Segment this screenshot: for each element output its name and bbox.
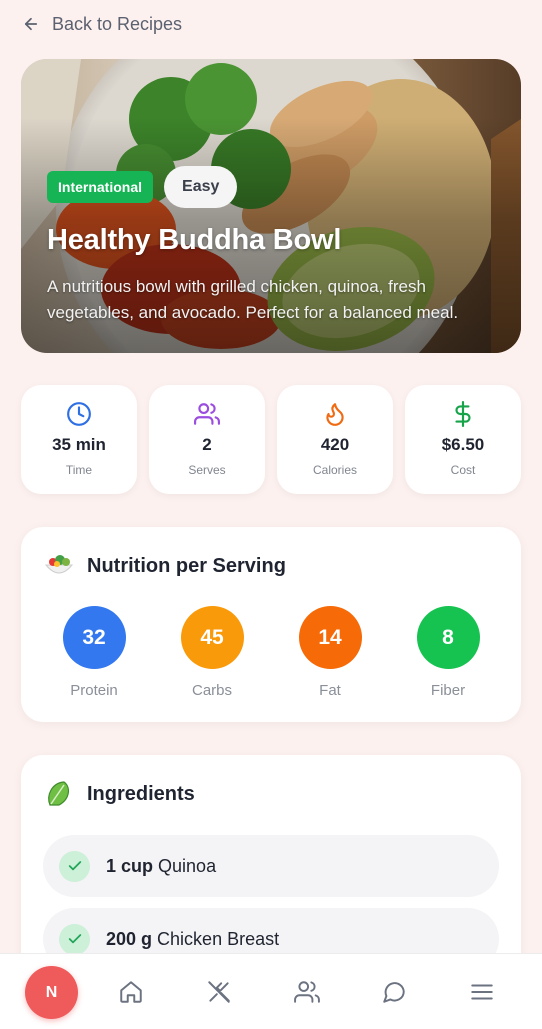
ingredient-name: Quinoa: [158, 855, 217, 876]
fat-label: Fat: [319, 682, 341, 699]
arrow-left-icon: [24, 17, 38, 31]
ingredients-title: Ingredients: [87, 782, 195, 805]
cuisine-badge: International: [47, 171, 154, 203]
ingredient-text: 200 g Chicken Breast: [106, 929, 279, 950]
recipe-title: Healthy Buddha Bowl: [47, 224, 342, 256]
stat-serves-value: 2: [202, 435, 212, 454]
salad-icon: [43, 550, 75, 582]
users-icon: [194, 403, 220, 425]
recipe-description: A nutritious bowl with grilled chicken, …: [47, 277, 459, 322]
ingredient-amount: 200 g: [106, 928, 153, 949]
stat-calories-label: Calories: [312, 463, 357, 477]
nutrition-title: Nutrition per Serving: [87, 554, 286, 577]
carbs-value: 45: [180, 606, 244, 669]
recipe-detail-page: Back to Recipes International Easy Healt…: [0, 0, 542, 1029]
nutrition-carbs: 45 Carbs: [167, 606, 257, 699]
stat-serves-label: Serves: [188, 463, 226, 477]
stat-cost-value: $6.50: [441, 435, 485, 454]
chat-icon[interactable]: [381, 979, 407, 1005]
utensils-icon[interactable]: [206, 979, 232, 1005]
stat-calories-value: 420: [320, 435, 350, 454]
stat-time-label: Time: [65, 463, 93, 477]
protein-value: 32: [62, 606, 126, 669]
nutrition-protein: 32 Protein: [49, 606, 139, 699]
nutrition-fat: 14 Fat: [285, 606, 375, 699]
nutrition-list: 32 Protein 45 Carbs 14 Fat 8 Fiber: [21, 606, 521, 699]
stat-serves: 2 Serves: [149, 385, 265, 494]
back-label: Back to Recipes: [52, 13, 183, 34]
nutrition-header: Nutrition per Serving: [43, 550, 286, 582]
stat-cost-label: Cost: [450, 463, 476, 477]
stat-time: 35 min Time: [21, 385, 137, 494]
difficulty-badge: Easy: [164, 166, 238, 208]
ingredient-name: Chicken Breast: [157, 928, 280, 949]
fiber-label: Fiber: [430, 682, 466, 699]
clock-icon: [67, 402, 91, 426]
ingredients-header: Ingredients: [43, 778, 195, 810]
bottom-navigation: N: [0, 953, 542, 1029]
home-icon[interactable]: [118, 979, 144, 1005]
nutrition-card: Nutrition per Serving 32 Protein 45 Carb…: [21, 527, 521, 722]
protein-label: Protein: [70, 682, 118, 699]
carbs-label: Carbs: [191, 682, 232, 699]
check-icon[interactable]: [59, 850, 90, 882]
stat-cost: $6.50 Cost: [405, 385, 521, 494]
stat-calories: 420 Calories: [277, 385, 393, 494]
fiber-value: 8: [416, 606, 480, 669]
stat-time-value: 35 min: [52, 435, 106, 454]
hero-badges: International Easy: [47, 166, 238, 208]
back-to-recipes-link[interactable]: Back to Recipes: [22, 12, 182, 36]
user-avatar-button[interactable]: N: [25, 966, 78, 1019]
dollar-icon: [455, 401, 471, 427]
recipe-stats: 35 min Time 2 Serves 420 Calories $6.50 …: [21, 385, 521, 494]
lettuce-icon: [43, 778, 75, 810]
ingredient-amount: 1 cup: [106, 855, 154, 876]
menu-icon[interactable]: [469, 979, 495, 1005]
recipe-hero: International Easy Healthy Buddha Bowl A…: [21, 59, 521, 353]
fat-value: 14: [298, 606, 362, 669]
flame-icon: [326, 403, 344, 426]
ingredient-text: 1 cup Quinoa: [106, 856, 216, 877]
check-icon[interactable]: [59, 923, 90, 955]
community-icon[interactable]: [294, 979, 320, 1005]
nutrition-fiber: 8 Fiber: [403, 606, 493, 699]
ingredient-item[interactable]: 1 cup Quinoa: [43, 835, 499, 897]
